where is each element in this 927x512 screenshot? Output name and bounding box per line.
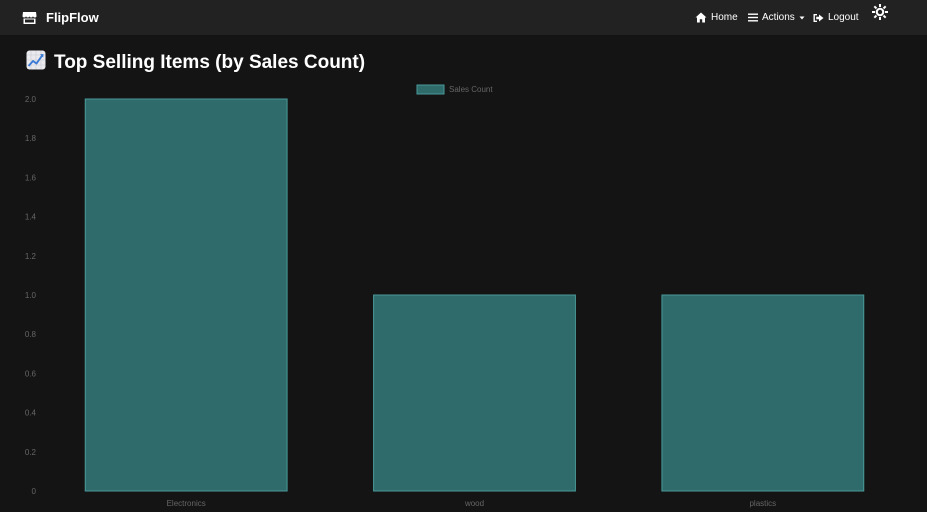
- y-tick-label: 1.0: [25, 291, 37, 300]
- sun-icon: [872, 4, 888, 24]
- menu-icon: [748, 13, 758, 22]
- y-tick-label: 1.4: [25, 213, 37, 222]
- page-title-text: Top Selling Items (by Sales Count): [54, 52, 366, 73]
- y-tick-label: 0.4: [25, 409, 37, 418]
- y-tick-label: 0: [32, 487, 37, 496]
- y-tick-label: 0.2: [25, 448, 37, 457]
- y-tick-label: 1.8: [25, 134, 37, 143]
- bar: [661, 294, 865, 492]
- top-navbar: FlipFlow Home Actions Logout: [0, 0, 927, 35]
- x-tick-label: Electronics: [167, 499, 206, 508]
- nav-logout-label: Logout: [828, 12, 859, 23]
- theme-toggle-button[interactable]: [872, 4, 888, 20]
- x-tick-label: plastics: [749, 499, 776, 508]
- brand-name: FlipFlow: [46, 10, 99, 25]
- nav-home-label: Home: [711, 12, 738, 23]
- y-tick-label: 1.6: [25, 173, 37, 182]
- bar: [84, 98, 288, 492]
- bar: [373, 294, 576, 492]
- store-icon: [22, 11, 37, 25]
- nav-actions-dropdown[interactable]: Actions: [748, 0, 805, 35]
- y-tick-label: 0.8: [25, 330, 37, 339]
- chart-increasing-icon: [26, 50, 46, 76]
- nav-logout-link[interactable]: Logout: [813, 0, 859, 35]
- logout-icon: [813, 13, 824, 23]
- y-tick-label: 2.0: [25, 95, 37, 104]
- x-tick-label: wood: [464, 499, 484, 508]
- sales-bar-chart: Sales Count 0 0.2 0.4 0.6 0.8 1.0 1.2 1.4 1.6 1.8 2…: [0, 80, 927, 512]
- chart-canvas: Sales Count 0 0.2 0.4 0.6 0.8 1.0 1.2 1.4 1.6 1.8 2…: [25, 84, 865, 508]
- caret-down-icon: [799, 16, 805, 20]
- home-icon: [695, 12, 707, 23]
- y-tick-label: 1.2: [25, 252, 37, 261]
- legend-swatch: [416, 84, 445, 95]
- y-tick-label: 0.6: [25, 369, 37, 378]
- nav-actions-label: Actions: [762, 12, 795, 23]
- brand-link[interactable]: FlipFlow: [22, 0, 99, 35]
- legend-label: Sales Count: [449, 85, 493, 94]
- page-title: Top Selling Items (by Sales Count): [26, 50, 365, 76]
- nav-home-link[interactable]: Home: [695, 0, 738, 35]
